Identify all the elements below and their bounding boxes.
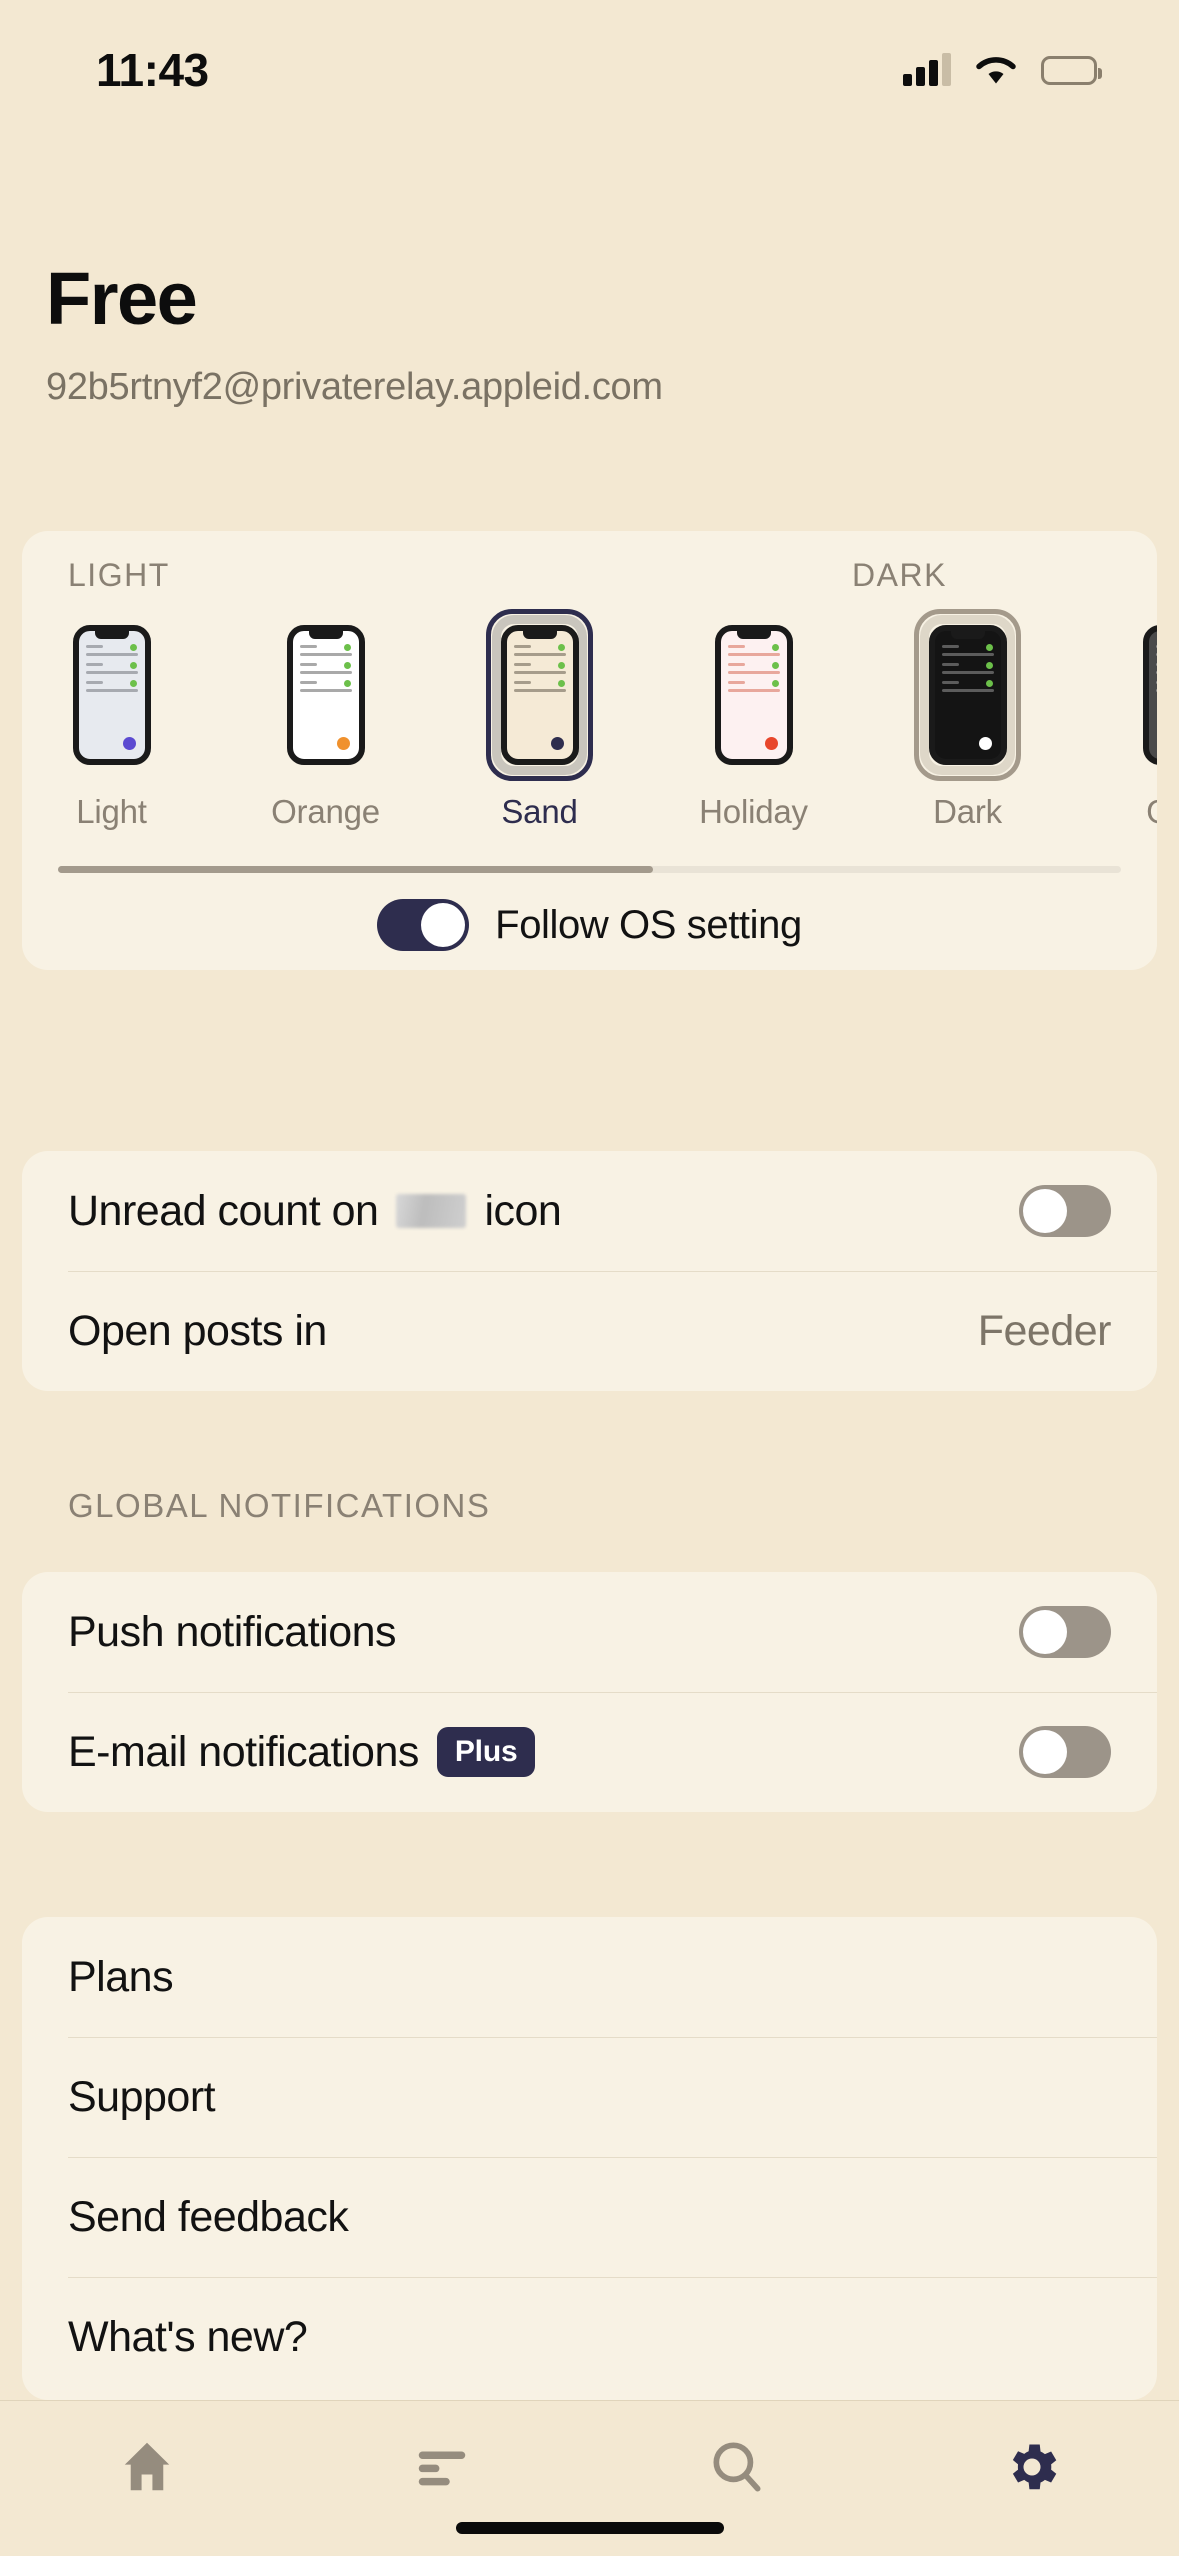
- theme-preview: [1142, 625, 1157, 765]
- status-bar-time: 11:43: [96, 44, 209, 96]
- theme-preview: [72, 625, 151, 765]
- unread-count-label: Unread count on icon: [68, 1186, 562, 1236]
- theme-preview: [714, 625, 793, 765]
- theme-option-label: Grey: [1146, 793, 1157, 831]
- page-title: Free: [46, 257, 198, 340]
- push-notifications-row[interactable]: Push notifications: [22, 1572, 1157, 1692]
- open-posts-value: Feeder: [977, 1306, 1112, 1355]
- app-settings-card: Unread count on icon Open posts in Feede…: [22, 1151, 1157, 1391]
- phone-notch-icon: [950, 631, 985, 639]
- plans-label: Plans: [68, 1952, 174, 2001]
- unread-count-toggle[interactable]: [1019, 1185, 1111, 1237]
- unread-count-label-before: Unread count on: [68, 1186, 379, 1235]
- theme-accent-dot: [550, 737, 564, 750]
- home-indicator: [455, 2522, 724, 2534]
- theme-option-label: Holiday: [699, 793, 808, 830]
- theme-list[interactable]: Light Orange Sand Holiday Dark Grey: [22, 609, 1157, 859]
- app-name-redacted-block: [396, 1194, 467, 1228]
- email-notifications-label: E-mail notifications Plus: [68, 1727, 536, 1777]
- settings-screen: 11:43 Free 92b5rtnyf2@privaterelay.apple…: [0, 0, 1179, 2556]
- status-bar-indicators: [903, 53, 1102, 86]
- phone-notch-icon: [308, 631, 343, 639]
- plans-row[interactable]: Plans: [22, 1917, 1157, 2037]
- phone-notch-icon: [736, 631, 771, 639]
- email-notifications-row[interactable]: E-mail notifications Plus: [22, 1692, 1157, 1812]
- theme-accent-dot: [978, 737, 992, 750]
- battery-low-power-icon: [1041, 55, 1102, 85]
- dark-group-label: DARK: [852, 557, 947, 593]
- theme-accent-dot: [764, 737, 778, 750]
- cellular-signal-icon: [903, 53, 951, 86]
- follow-os-label: Follow OS setting: [495, 902, 802, 947]
- push-notifications-toggle[interactable]: [1019, 1606, 1111, 1658]
- global-notifications-heading: GLOBAL NOTIFICATIONS: [68, 1487, 491, 1524]
- theme-option-orange[interactable]: Orange: [271, 609, 380, 859]
- theme-accent-dot: [122, 737, 136, 750]
- gear-icon: [1001, 2436, 1063, 2503]
- theme-accent-dot: [336, 737, 350, 750]
- light-group-label: LIGHT: [68, 557, 170, 593]
- phone-notch-icon: [522, 631, 557, 639]
- status-bar: 11:43: [0, 0, 1179, 120]
- email-notifications-text: E-mail notifications: [68, 1727, 419, 1776]
- theme-option-label: Orange: [271, 793, 380, 830]
- push-notifications-label: Push notifications: [68, 1607, 397, 1656]
- links-card: Plans Support Send feedback What's new?: [22, 1917, 1157, 2400]
- theme-preview: [928, 625, 1007, 765]
- send-feedback-label: Send feedback: [68, 2192, 349, 2241]
- theme-option-dark[interactable]: Dark: [914, 609, 1021, 859]
- support-row[interactable]: Support: [22, 2037, 1157, 2157]
- home-icon: [116, 2436, 178, 2503]
- open-posts-row[interactable]: Open posts in Feeder: [22, 1271, 1157, 1391]
- follow-os-row[interactable]: Follow OS setting: [22, 880, 1157, 970]
- nav-home[interactable]: [0, 2401, 295, 2556]
- phone-notch-icon: [94, 631, 129, 639]
- notifications-card: Push notifications E-mail notifications …: [22, 1572, 1157, 1812]
- theme-option-sand[interactable]: Sand: [486, 609, 593, 859]
- open-posts-label: Open posts in: [68, 1306, 327, 1355]
- nav-settings[interactable]: [884, 2401, 1179, 2556]
- send-feedback-row[interactable]: Send feedback: [22, 2157, 1157, 2277]
- search-icon: [706, 2436, 768, 2503]
- theme-option-light[interactable]: Light: [58, 609, 165, 859]
- follow-os-toggle[interactable]: [377, 899, 470, 951]
- email-notifications-toggle[interactable]: [1019, 1726, 1111, 1778]
- theme-option-grey[interactable]: Grey: [1128, 609, 1157, 859]
- account-email: 92b5rtnyf2@privaterelay.appleid.com: [46, 366, 663, 408]
- theme-preview: [286, 625, 365, 765]
- plus-badge: Plus: [436, 1727, 536, 1777]
- theme-preview: [500, 625, 579, 765]
- account-header: Free 92b5rtnyf2@privaterelay.appleid.com: [46, 262, 663, 409]
- whats-new-label: What's new?: [68, 2312, 308, 2361]
- support-label: Support: [68, 2072, 216, 2121]
- unread-count-label-after: icon: [484, 1186, 562, 1235]
- theme-option-label: Light: [76, 793, 147, 830]
- theme-option-holiday[interactable]: Holiday: [699, 609, 808, 859]
- list-icon: [411, 2436, 473, 2503]
- theme-scrollbar[interactable]: [58, 866, 1121, 873]
- unread-count-row[interactable]: Unread count on icon: [22, 1151, 1157, 1271]
- whats-new-row[interactable]: What's new?: [22, 2277, 1157, 2397]
- theme-option-label: Sand: [501, 793, 578, 830]
- wifi-icon: [975, 54, 1017, 86]
- theme-option-label: Dark: [933, 793, 1002, 830]
